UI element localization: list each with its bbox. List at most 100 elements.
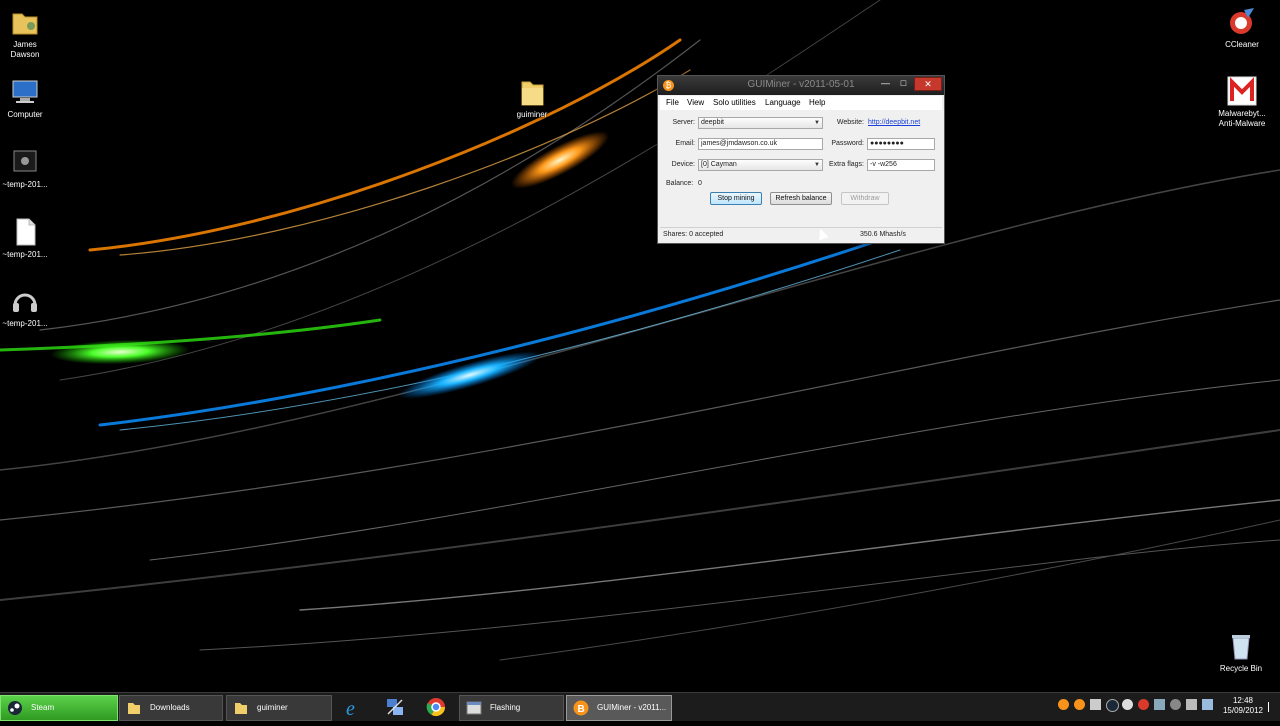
video-file-icon	[9, 146, 41, 178]
chrome-icon[interactable]	[425, 696, 447, 718]
desktop-icon-malwarebytes[interactable]: Malwarebyt... Anti-Malware	[1210, 75, 1274, 129]
taskbar-item-label: Flashing	[490, 703, 521, 712]
taskbar: Steam Downloads guiminer e Flashing B GU…	[0, 692, 1280, 721]
miner-panel: Server: deepbit ▼ Website: http://deepbi…	[660, 110, 942, 228]
server-label: Server:	[672, 119, 695, 126]
taskbar-item-flashing[interactable]: Flashing	[459, 695, 564, 721]
desktop-icon-label: ~temp-201...	[2, 319, 48, 328]
flag-icon[interactable]	[1268, 702, 1272, 712]
desktop-icon-recycle-bin[interactable]: Recycle Bin	[1209, 630, 1273, 674]
desktop-wallpaper	[0, 0, 1280, 720]
desktop-icon-computer[interactable]: Computer	[0, 76, 57, 120]
taskbar-item-label: GUIMiner - v2011...	[597, 703, 667, 712]
ccleaner-icon	[1226, 6, 1258, 38]
folder-icon	[233, 700, 249, 716]
bitcoin-icon[interactable]	[1074, 699, 1085, 710]
stop-mining-button[interactable]: Stop mining	[710, 192, 762, 205]
desktop-icon-document-file[interactable]: ~temp-201...	[0, 216, 57, 260]
device-select[interactable]: [0] Cayman ▼	[698, 159, 823, 171]
status-bar: Shares: 0 accepted 350.6 Mhash/s	[660, 227, 942, 242]
user-folder-icon	[9, 6, 41, 38]
desktop-icon-guiminer-folder[interactable]: guiminer	[500, 76, 564, 120]
minimize-button[interactable]: —	[877, 77, 894, 89]
shield-icon[interactable]	[1122, 699, 1133, 710]
internet-explorer-icon[interactable]: e	[343, 696, 365, 720]
window-titlebar[interactable]: ₿ GUIMiner - v2011-05-01 — □ ✕	[658, 76, 944, 95]
bitcoin-icon: B	[573, 700, 589, 716]
taskbar-item-label: Steam	[31, 703, 55, 712]
desktop-icon-label: CCleaner	[1225, 40, 1259, 49]
folder-icon	[516, 76, 548, 108]
svg-text:B: B	[578, 704, 585, 715]
taskbar-item-label: Downloads	[150, 703, 190, 712]
malwarebytes-icon	[1226, 75, 1258, 107]
desktop-icon-label: Computer	[7, 110, 43, 119]
desktop-icon-label: Recycle Bin	[1219, 664, 1263, 673]
maximize-button[interactable]: □	[895, 77, 912, 89]
desktop-icon-label: ~temp-201...	[2, 250, 48, 259]
menu-help[interactable]: Help	[809, 98, 825, 107]
taskbar-item-steam[interactable]: Steam	[0, 695, 118, 721]
menu-bar: File View Solo utilities Language Help	[660, 96, 942, 110]
menu-file[interactable]: File	[666, 98, 679, 107]
shares-status: Shares: 0 accepted	[663, 231, 724, 238]
withdraw-button[interactable]: Withdraw	[841, 192, 889, 205]
clock-time: 12:48	[1232, 696, 1254, 705]
balance-value: 0	[698, 180, 702, 187]
document-file-icon	[9, 216, 41, 248]
menu-solo-utilities[interactable]: Solo utilities	[713, 98, 756, 107]
computer-icon	[9, 76, 41, 108]
taskbar-item-downloads[interactable]: Downloads	[119, 695, 223, 721]
email-label: Email:	[675, 140, 695, 147]
menu-language[interactable]: Language	[765, 98, 801, 107]
window-icon[interactable]	[1090, 699, 1101, 710]
chevron-down-icon: ▼	[814, 162, 820, 168]
folder-icon	[126, 700, 142, 716]
desktop-icon-ccleaner[interactable]: CCleaner	[1210, 6, 1274, 50]
extra-flags-field[interactable]: -v -w256	[867, 159, 935, 171]
taskbar-clock[interactable]: 12:48 15/09/2012	[1222, 696, 1264, 716]
refresh-balance-button[interactable]: Refresh balance	[770, 192, 832, 205]
desktop-icon-label: James Dawson	[10, 40, 40, 59]
network-icon[interactable]	[1202, 699, 1213, 710]
guiminer-window[interactable]: ₿ GUIMiner - v2011-05-01 — □ ✕ File View…	[657, 75, 945, 244]
network-tool-icon[interactable]	[1154, 699, 1165, 710]
gear-icon[interactable]	[1170, 699, 1181, 710]
close-button[interactable]: ✕	[914, 77, 942, 91]
hashrate-status: 350.6 Mhash/s	[860, 231, 906, 238]
desktop-icon-label: guiminer	[516, 110, 548, 119]
website-label: Website:	[836, 119, 864, 126]
steam-icon	[7, 700, 23, 716]
speaker-icon[interactable]	[1186, 699, 1197, 710]
taskbar-item-guiminer-window[interactable]: B GUIMiner - v2011...	[566, 695, 672, 721]
device-value: [0] Cayman	[701, 161, 737, 168]
desktop-icon-user-folder[interactable]: James Dawson	[0, 6, 57, 60]
network-tool-icon[interactable]	[384, 696, 406, 718]
balance-label: Balance:	[666, 180, 694, 187]
desktop-icon-video-file[interactable]: ~temp-201...	[0, 146, 57, 190]
recycle-bin-icon	[1225, 630, 1257, 662]
server-select[interactable]: deepbit ▼	[698, 117, 823, 129]
steam-icon[interactable]	[1106, 699, 1119, 712]
menu-view[interactable]: View	[687, 98, 704, 107]
audio-file-icon	[9, 285, 41, 317]
bitcoin-icon[interactable]	[1058, 699, 1069, 710]
taskbar-item-guiminer[interactable]: guiminer	[226, 695, 332, 721]
desktop-icon-audio-file[interactable]: ~temp-201...	[0, 285, 57, 329]
server-value: deepbit	[701, 119, 724, 126]
malwarebytes-icon[interactable]	[1138, 699, 1149, 710]
device-label: Device:	[671, 161, 695, 168]
clock-date: 15/09/2012	[1222, 706, 1264, 715]
desktop-icon-label: Malwarebyt... Anti-Malware	[1218, 109, 1266, 128]
password-field[interactable]: ●●●●●●●●	[867, 138, 935, 150]
chevron-down-icon: ▼	[814, 120, 820, 126]
taskbar-item-label: guiminer	[257, 703, 288, 712]
website-link[interactable]: http://deepbit.net	[868, 119, 920, 126]
system-tray	[1054, 699, 1224, 715]
window-icon	[466, 700, 482, 716]
password-label: Password:	[831, 140, 864, 147]
email-field[interactable]: james@jmdawson.co.uk	[698, 138, 823, 150]
svg-text:e: e	[346, 698, 355, 718]
extra-flags-label: Extra flags:	[828, 161, 864, 168]
desktop-icon-label: ~temp-201...	[2, 180, 48, 189]
